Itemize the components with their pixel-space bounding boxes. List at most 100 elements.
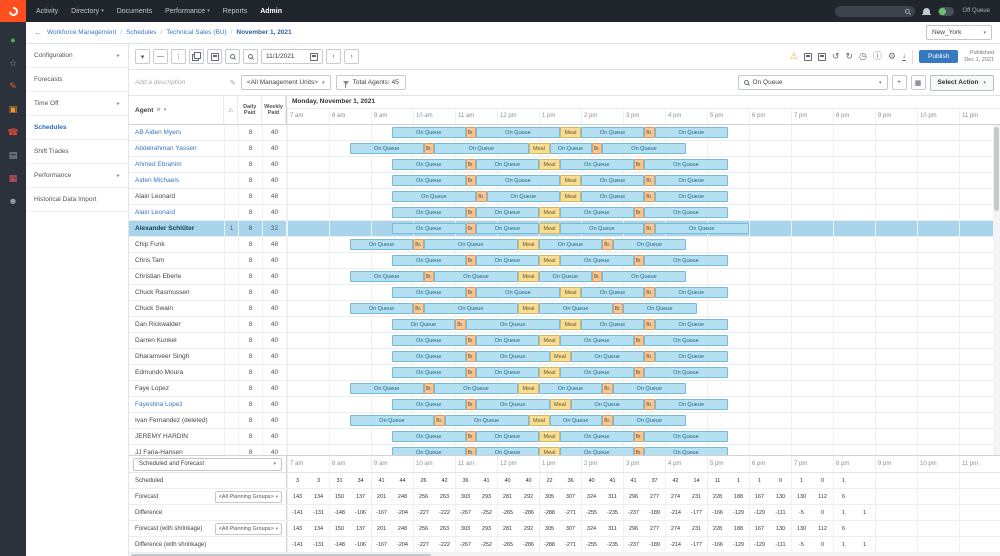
segment-break[interactable]: Br. (413, 303, 424, 314)
segment-break[interactable]: Br. (466, 223, 477, 234)
segment-on-queue[interactable]: On Queue (539, 383, 602, 394)
segment-break[interactable]: Br. (424, 143, 435, 154)
segment-on-queue[interactable]: On Queue (581, 127, 644, 138)
agent-name[interactable]: Fayestina Lopez (129, 397, 225, 412)
agent-name[interactable]: Christian Eberle (129, 269, 225, 284)
segment-meal[interactable]: Meal (518, 303, 539, 314)
segment-break[interactable]: Br. (644, 351, 655, 362)
segment-on-queue[interactable]: On Queue (350, 415, 434, 426)
segment-on-queue[interactable]: On Queue (644, 255, 728, 266)
segment-on-queue[interactable]: On Queue (392, 367, 466, 378)
activity-filter-select[interactable]: On Queue ▾ (738, 75, 888, 90)
sidebar-item-forecasts[interactable]: Forecasts (26, 68, 128, 92)
breadcrumb-item[interactable]: November 1, 2021 (236, 29, 291, 36)
segment-on-queue[interactable]: On Queue (644, 447, 728, 455)
segment-on-queue[interactable]: On Queue (350, 383, 424, 394)
segment-on-queue[interactable]: On Queue (476, 255, 539, 266)
segment-break[interactable]: Br. (602, 415, 613, 426)
segment-break[interactable]: Br. (644, 127, 655, 138)
management-units-select[interactable]: <All Management Units> ▾ (241, 75, 331, 90)
schedule-row[interactable]: Edmundo Moura840On QueueBr.On QueueMealO… (129, 365, 1000, 381)
segment-break[interactable]: Br. (644, 319, 655, 330)
segment-meal[interactable]: Meal (539, 223, 560, 234)
segment-break[interactable]: Br. (644, 287, 655, 298)
segment-meal[interactable]: Meal (529, 415, 550, 426)
inbox-icon[interactable]: ▤ (9, 151, 18, 160)
segment-on-queue[interactable]: On Queue (476, 447, 539, 455)
nav-item-documents[interactable]: Documents (117, 8, 152, 15)
segment-break[interactable]: Br. (466, 447, 477, 455)
vertical-scrollbar[interactable] (993, 125, 1000, 455)
nav-item-performance[interactable]: Performance▾ (165, 8, 210, 15)
segment-meal[interactable]: Meal (560, 287, 581, 298)
segment-on-queue[interactable]: On Queue (476, 335, 539, 346)
segment-break[interactable]: Br. (434, 415, 445, 426)
schedule-row[interactable]: JEREMY HARDIN840On QueueBr.On QueueMealO… (129, 429, 1000, 445)
schedule-row[interactable]: Fayestina Lopez840On QueueBr.On QueueMea… (129, 397, 1000, 413)
agent-name[interactable]: Alain Leonard (129, 205, 225, 220)
schedule-row[interactable]: Ivan Fernandez (deleted)840On QueueBr.On… (129, 413, 1000, 429)
notifications-icon[interactable] (923, 8, 930, 14)
segment-meal[interactable]: Meal (550, 399, 571, 410)
segment-break[interactable]: Br. (634, 431, 645, 442)
global-search[interactable] (835, 6, 915, 17)
segment-on-queue[interactable]: On Queue (445, 415, 529, 426)
segment-meal[interactable]: Meal (539, 367, 560, 378)
segment-break[interactable]: Br. (424, 271, 435, 282)
segment-meal[interactable]: Meal (560, 319, 581, 330)
segment-on-queue[interactable]: On Queue (560, 367, 634, 378)
schedule-row[interactable]: Dan Rickwalder840On QueueBr.On QueueMeal… (129, 317, 1000, 333)
sidebar-item-schedules[interactable]: Schedules (26, 116, 128, 140)
calendar-add-icon[interactable] (818, 53, 826, 61)
agent-name[interactable]: Alain Leonard (129, 189, 225, 204)
segment-on-queue[interactable]: On Queue (644, 335, 728, 346)
segment-on-queue[interactable]: On Queue (560, 223, 644, 234)
description-input[interactable] (135, 75, 225, 90)
segment-break[interactable]: Br. (466, 431, 477, 442)
schedule-row[interactable]: AB Aiden Myers840On QueueBr.On QueueMeal… (129, 125, 1000, 141)
segment-on-queue[interactable]: On Queue (655, 175, 729, 186)
segment-on-queue[interactable]: On Queue (392, 319, 455, 330)
segment-on-queue[interactable]: On Queue (581, 175, 644, 186)
segment-meal[interactable]: Meal (518, 271, 539, 282)
segment-on-queue[interactable]: On Queue (602, 271, 686, 282)
segment-on-queue[interactable]: On Queue (476, 159, 539, 170)
segment-on-queue[interactable]: On Queue (644, 207, 728, 218)
edit-icon[interactable]: ✎ (9, 82, 17, 91)
segment-break[interactable]: Br. (466, 255, 477, 266)
global-search-input[interactable] (840, 8, 902, 14)
agent-name[interactable]: AB Aiden Myers (129, 125, 225, 140)
segment-break[interactable]: Br. (634, 335, 645, 346)
segment-break[interactable]: Br. (466, 127, 477, 138)
timezone-select[interactable]: New_York ▾ (926, 25, 992, 40)
nav-item-activity[interactable]: Activity (36, 8, 58, 15)
segment-on-queue[interactable]: On Queue (655, 127, 729, 138)
segment-on-queue[interactable]: On Queue (392, 447, 466, 455)
segment-on-queue[interactable]: On Queue (655, 287, 729, 298)
schedule-row[interactable]: Alain Leonard848On QueueBr.On QueueMealO… (129, 189, 1000, 205)
redo-icon[interactable]: ↻ (846, 52, 854, 61)
nav-item-directory[interactable]: Directory▾ (71, 8, 104, 15)
more-options-button[interactable]: ⋮ (171, 49, 186, 64)
agent-name[interactable]: Dharamveer Singh (129, 349, 225, 364)
agent-name[interactable]: Chip Funk (129, 237, 225, 252)
segment-meal[interactable]: Meal (539, 447, 560, 455)
segment-on-queue[interactable]: On Queue (655, 191, 729, 202)
sort-caret-icon[interactable]: ▾ (164, 107, 167, 113)
breadcrumb-item[interactable]: Workforce Management (47, 29, 116, 36)
agent-name[interactable]: Alexander Schlüter (129, 221, 225, 236)
agent-name[interactable]: JEREMY HARDIN (129, 429, 225, 444)
segment-break[interactable]: Br. (634, 447, 645, 455)
day-view-button[interactable] (207, 49, 222, 64)
segment-meal[interactable]: Meal (539, 255, 560, 266)
segment-break[interactable]: Br. (644, 223, 655, 234)
segment-on-queue[interactable]: On Queue (392, 191, 476, 202)
agent-column-settings-icon[interactable]: ⚙ (156, 107, 160, 113)
sidebar-item-performance[interactable]: Performance▸ (26, 164, 128, 188)
segment-on-queue[interactable]: On Queue (560, 207, 634, 218)
segment-on-queue[interactable]: On Queue (476, 399, 550, 410)
segment-on-queue[interactable]: On Queue (476, 223, 539, 234)
settings-icon[interactable]: ⚙ (888, 52, 896, 61)
segment-on-queue[interactable]: On Queue (644, 159, 728, 170)
segment-on-queue[interactable]: On Queue (392, 255, 466, 266)
